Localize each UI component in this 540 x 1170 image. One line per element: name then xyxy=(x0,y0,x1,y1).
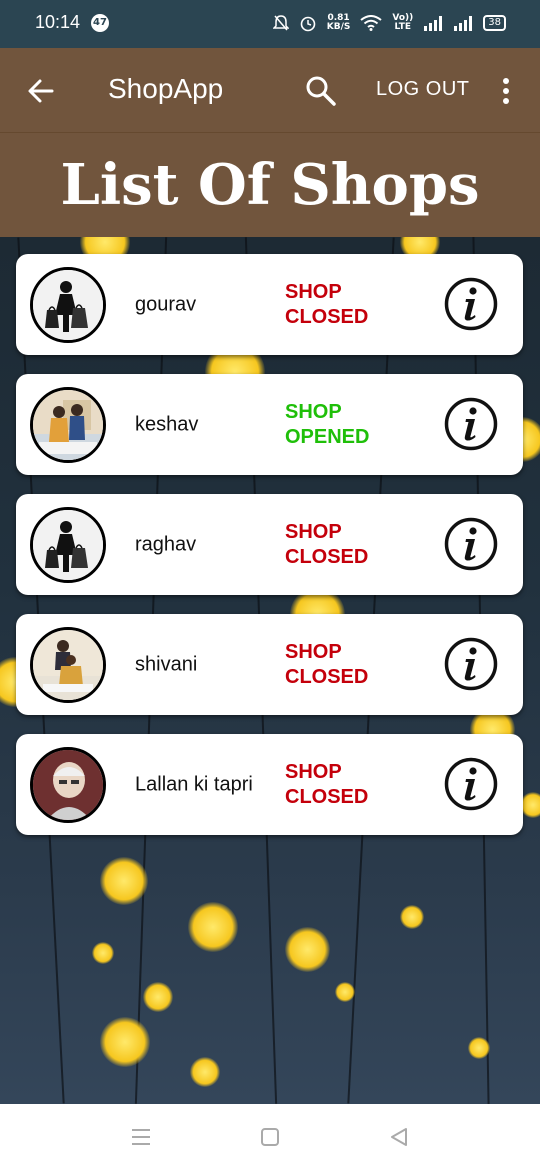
bokeh-light xyxy=(400,905,424,929)
triangle-back-icon[interactable] xyxy=(388,1126,410,1148)
shop-status-line1: SHOP xyxy=(285,760,342,783)
network-speed: 0.81 KB/S xyxy=(327,14,351,32)
shop-status-line1: SHOP xyxy=(285,400,342,423)
mute-bell-icon xyxy=(272,15,289,31)
shop-name: gourav xyxy=(135,293,197,315)
bokeh-light xyxy=(143,982,173,1012)
page-title: List Of Shops xyxy=(60,152,480,218)
shop-status: SHOP CLOSED xyxy=(285,280,395,330)
shop-status-line2: CLOSED xyxy=(285,305,369,328)
shop-card[interactable]: gourav SHOP CLOSED xyxy=(16,254,523,355)
bokeh-light xyxy=(520,792,540,818)
info-icon[interactable] xyxy=(444,757,498,811)
shop-status: SHOP CLOSED xyxy=(285,640,395,690)
shop-status: SHOP OPENED xyxy=(285,400,395,450)
people-photo xyxy=(30,387,106,463)
shop-name: Lallan ki tapri xyxy=(135,773,253,795)
shop-name: raghav xyxy=(135,533,197,555)
shop-status-line1: SHOP xyxy=(285,640,342,663)
shop-status-line1: SHOP xyxy=(285,520,342,543)
bokeh-light xyxy=(335,982,355,1002)
status-time: 10:14 xyxy=(35,12,81,32)
more-vertical-icon[interactable] xyxy=(499,77,513,105)
shop-status-line2: OPENED xyxy=(285,425,370,448)
bokeh-light xyxy=(285,927,330,972)
shop-card[interactable]: raghav SHOP CLOSED xyxy=(16,494,523,595)
system-nav-bar xyxy=(0,1104,540,1170)
battery-indicator: 38 xyxy=(483,15,506,31)
shop-status: SHOP CLOSED xyxy=(285,760,395,810)
square-home-icon[interactable] xyxy=(259,1126,281,1148)
shop-status-line2: CLOSED xyxy=(285,545,369,568)
shop-name: keshav xyxy=(135,413,199,435)
shop-status-line2: CLOSED xyxy=(285,785,369,808)
bokeh-light xyxy=(100,1017,150,1067)
person-photo xyxy=(30,747,106,823)
status-bar: 10:14 47 0.81 KB/S Vo)) LTE 38 xyxy=(0,0,540,48)
bokeh-light xyxy=(190,1057,220,1087)
shop-status-line1: SHOP xyxy=(285,280,342,303)
status-icons: 0.81 KB/S Vo)) LTE 38 xyxy=(272,14,506,32)
bokeh-light xyxy=(468,1037,490,1059)
network-speed-unit: KB/S xyxy=(326,22,351,32)
info-icon[interactable] xyxy=(444,277,498,331)
bokeh-light xyxy=(92,942,114,964)
arrow-left-icon[interactable] xyxy=(26,76,56,106)
info-icon[interactable] xyxy=(444,517,498,571)
shop-name: shivani xyxy=(135,653,198,675)
shop-card[interactable]: keshav SHOP OPENED xyxy=(16,374,523,475)
info-icon[interactable] xyxy=(444,397,498,451)
alarm-icon xyxy=(300,16,316,32)
volte-label-bottom: LTE xyxy=(394,22,412,32)
logout-button[interactable]: LOG OUT xyxy=(376,78,470,101)
shop-card[interactable]: shivani SHOP CLOSED xyxy=(16,614,523,715)
wifi-icon xyxy=(360,15,382,31)
signal-2-icon xyxy=(454,16,473,31)
people-photo xyxy=(30,627,106,703)
volte-label: Vo)) LTE xyxy=(392,14,413,32)
notification-count-badge: 47 xyxy=(91,14,109,32)
shopping-bag-person-icon xyxy=(30,507,106,583)
app-title: ShopApp xyxy=(108,73,224,104)
signal-1-icon xyxy=(424,16,443,31)
shop-card[interactable]: Lallan ki tapri SHOP CLOSED xyxy=(16,734,523,835)
menu-icon[interactable] xyxy=(130,1126,152,1148)
shop-status-line2: CLOSED xyxy=(285,665,369,688)
bokeh-light xyxy=(188,902,238,952)
app-bar: ShopApp LOG OUT xyxy=(0,48,540,132)
shop-status: SHOP CLOSED xyxy=(285,520,395,570)
search-icon[interactable] xyxy=(305,75,337,107)
bokeh-light xyxy=(100,857,148,905)
shopping-bag-person-icon xyxy=(30,267,106,343)
info-icon[interactable] xyxy=(444,637,498,691)
heading-band: List Of Shops xyxy=(0,132,540,238)
